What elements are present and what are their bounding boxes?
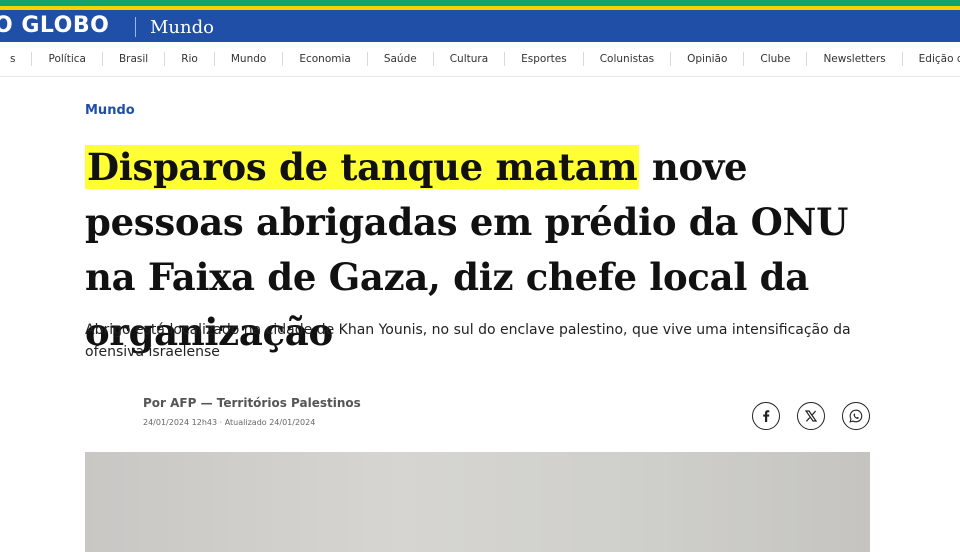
nav-item-4[interactable]: Mundo	[215, 52, 284, 66]
article-byline: Por AFP — Territórios Palestinos	[143, 396, 361, 410]
x-icon	[804, 410, 818, 422]
site-header: O GLOBO Mundo	[0, 0, 960, 42]
site-logo[interactable]: O GLOBO	[0, 13, 109, 39]
nav-item-10[interactable]: Opinião	[671, 52, 745, 66]
x-share-button[interactable]	[797, 402, 825, 430]
facebook-share-button[interactable]	[752, 402, 780, 430]
nav-item-1[interactable]: Política	[32, 52, 103, 66]
article-subtitle: Abrigo está localizado na cidade de Khan…	[85, 322, 851, 360]
nav-item-11[interactable]: Clube	[744, 52, 808, 66]
nav-item-13[interactable]: Edição d	[903, 52, 960, 66]
whatsapp-icon	[849, 409, 863, 423]
article-photo	[85, 452, 870, 552]
article-dates: 24/01/2024 12h43 · Atualizado 24/01/2024	[143, 418, 316, 427]
nav-item-2[interactable]: Brasil	[103, 52, 166, 66]
section-title[interactable]: Mundo	[150, 16, 214, 40]
main-nav: s Política Brasil Rio Mundo Economia Saúde Cult…	[0, 42, 960, 77]
whatsapp-share-button[interactable]	[842, 402, 870, 430]
headline-highlight: Disparos de tanque matam	[85, 145, 640, 189]
nav-item-0[interactable]: s	[0, 52, 33, 66]
nav-list: s Política Brasil Rio Mundo Economia Saúde Cult…	[0, 42, 960, 76]
header-blue-area	[0, 10, 960, 42]
nav-item-6[interactable]: Saúde	[368, 52, 434, 66]
article-category[interactable]: Mundo	[85, 103, 135, 118]
nav-item-9[interactable]: Colunistas	[584, 52, 672, 66]
nav-item-3[interactable]: Rio	[165, 52, 215, 66]
facebook-icon	[763, 410, 770, 422]
nav-item-7[interactable]: Cultura	[434, 52, 506, 66]
nav-item-12[interactable]: Newsletters	[807, 52, 903, 66]
nav-item-8[interactable]: Esportes	[505, 52, 584, 66]
logo-divider	[135, 17, 136, 37]
nav-item-5[interactable]: Economia	[283, 52, 368, 66]
